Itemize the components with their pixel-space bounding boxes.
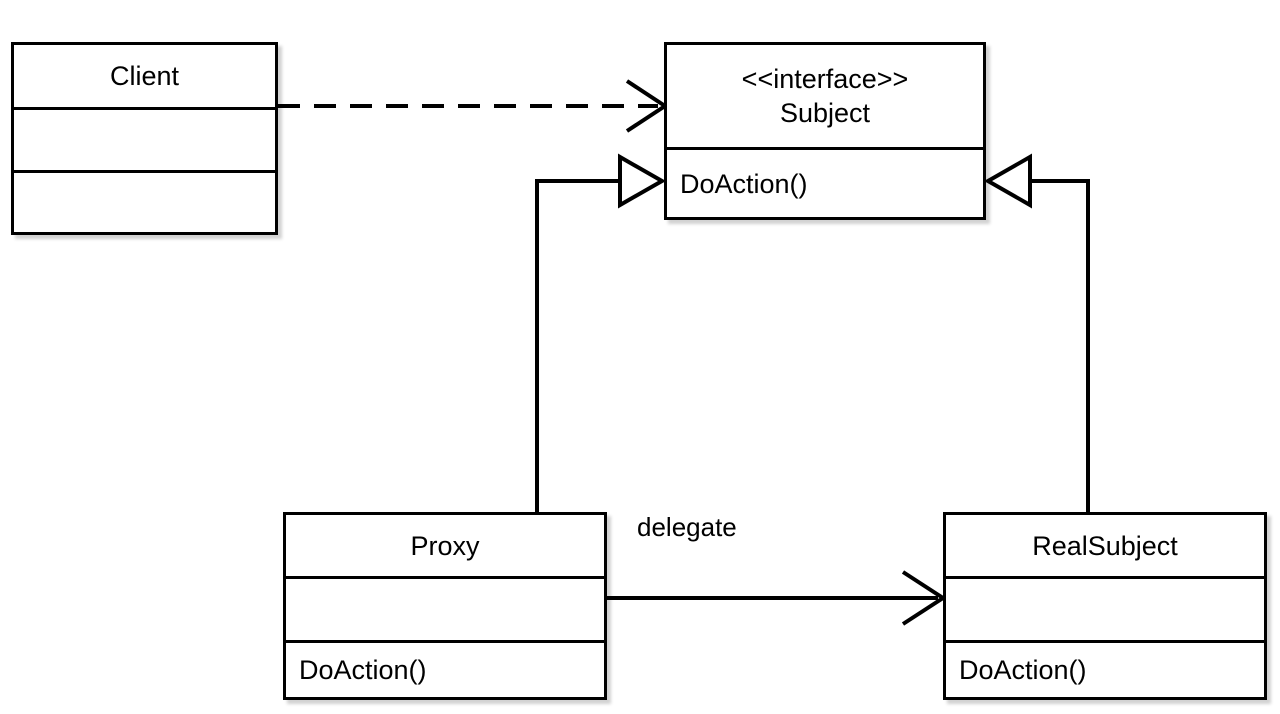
hollow-triangle-arrowhead xyxy=(983,153,1032,209)
edge-client-uses-subject xyxy=(278,79,669,133)
realization-line xyxy=(535,179,618,512)
proxy-operations-compartment: DoAction() xyxy=(286,640,604,697)
realization-line xyxy=(1032,179,1090,512)
proxy-operation-doaction: DoAction() xyxy=(299,655,427,685)
realsubject-class-name: RealSubject xyxy=(1032,530,1178,561)
edge-realsubject-implements-subject xyxy=(983,153,1090,512)
proxy-name-compartment: Proxy xyxy=(286,515,604,576)
class-box-subject[interactable]: <<interface>> Subject DoAction() xyxy=(664,42,986,220)
class-box-realsubject[interactable]: RealSubject DoAction() xyxy=(943,512,1267,700)
proxy-attributes-compartment xyxy=(286,576,604,640)
realsubject-name-compartment: RealSubject xyxy=(946,515,1264,576)
client-name-compartment: Client xyxy=(14,45,275,107)
subject-operation-doaction: DoAction() xyxy=(680,168,808,199)
proxy-class-name: Proxy xyxy=(410,530,480,561)
class-box-proxy[interactable]: Proxy DoAction() xyxy=(283,512,607,700)
diagram-canvas: Subject : dashed dependency, open arrowh… xyxy=(0,0,1280,714)
subject-name-compartment: <<interface>> Subject xyxy=(667,45,983,147)
realsubject-operations-compartment: DoAction() xyxy=(946,640,1264,697)
class-box-client[interactable]: Client xyxy=(11,42,278,235)
edge-proxy-implements-subject xyxy=(535,153,667,512)
client-class-name: Client xyxy=(109,61,180,91)
hollow-triangle-arrowhead xyxy=(618,153,667,209)
realsubject-attributes-compartment xyxy=(946,576,1264,640)
client-operations-compartment xyxy=(14,170,275,232)
client-attributes-compartment xyxy=(14,107,275,170)
subject-stereotype: <<interface>> xyxy=(741,64,909,94)
subject-operations-compartment: DoAction() xyxy=(667,147,983,217)
realsubject-operation-doaction: DoAction() xyxy=(959,655,1087,685)
delegate-edge-label: delegate xyxy=(637,512,737,542)
edge-proxy-delegates-realsubject xyxy=(607,570,947,626)
subject-class-name: Subject xyxy=(779,98,871,128)
